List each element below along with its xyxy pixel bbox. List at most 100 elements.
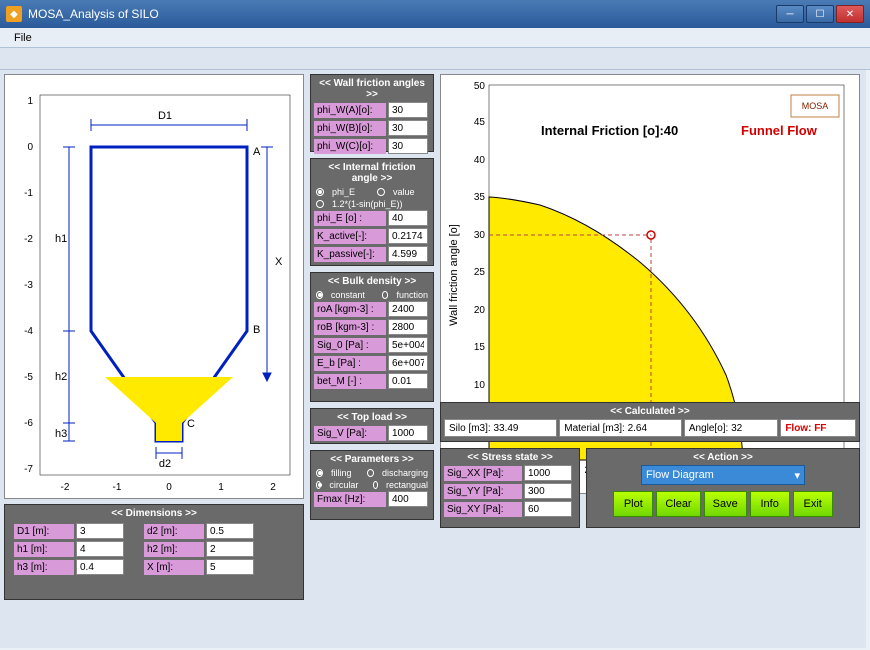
svg-text:C: C [187,418,195,430]
input-betM[interactable] [388,373,428,389]
exit-button[interactable]: Exit [793,491,833,517]
radio-formula[interactable] [316,200,324,208]
bulk-density-title: << Bulk density >> [314,276,430,287]
lbl-phiWB: phi_W(B)[o]: [314,121,386,136]
dimensions-panel: << Dimensions >> D1 [m]: h1 [m]: h3 [m]:… [4,504,304,600]
radio-discharging[interactable] [367,469,374,477]
input-SigXY[interactable] [524,501,572,517]
svg-text:-2: -2 [61,482,70,493]
input-phiWA[interactable] [388,102,428,118]
svg-text:A: A [253,146,261,158]
svg-text:B: B [253,324,260,336]
radio-value[interactable] [377,188,385,196]
plot-title: Internal Friction [o]:40 [541,123,678,138]
menubar: File [0,28,870,48]
radio-circular[interactable] [316,481,321,489]
maximize-button[interactable]: ☐ [806,5,834,23]
action-panel: << Action >> Flow Diagram ▾ Plot Clear S… [586,448,860,528]
calculated-title: << Calculated >> [444,406,856,417]
internal-friction-panel: << Internal friction angle >> phi_Evalue… [310,158,434,266]
input-Kactive[interactable] [388,228,428,244]
svg-text:25: 25 [474,267,486,278]
input-Kpassive[interactable] [388,246,428,262]
lbl-roA: roA [kgm-3] : [314,302,386,317]
svg-text:20: 20 [474,305,486,316]
parameters-panel: << Parameters >> fillingdischarging circ… [310,450,434,520]
action-combo-label: Flow Diagram [646,469,714,481]
svg-text:50: 50 [474,81,486,92]
calc-material: Material [m3]: 2.64 [559,419,682,437]
svg-text:d2: d2 [159,458,171,470]
svg-text:MOSA: MOSA [802,101,829,111]
input-h3[interactable] [76,559,124,575]
radio-function[interactable] [382,291,389,299]
input-SigXX[interactable] [524,465,572,481]
funnel-flow-label: Funnel Flow [741,123,818,138]
menu-file[interactable]: File [6,30,40,46]
action-title: << Action >> [590,452,856,463]
parameters-title: << Parameters >> [314,454,430,465]
svg-text:-3: -3 [24,280,33,291]
calculated-panel: << Calculated >> Silo [m3]: 33.49 Materi… [440,402,860,442]
plot-button[interactable]: Plot [613,491,653,517]
svg-text:-7: -7 [24,464,33,475]
info-button[interactable]: Info [750,491,790,517]
minimize-button[interactable]: ─ [776,5,804,23]
svg-text:0: 0 [166,482,172,493]
lbl-X: X [m]: [144,560,204,575]
svg-text:0: 0 [27,142,33,153]
ylabel: Wall friction angle [o] [448,224,460,326]
wall-friction-title: << Wall friction angles >> [314,78,430,100]
app-icon: ◆ [6,6,22,22]
lbl-d2: d2 [m]: [144,524,204,539]
toolbar [0,48,870,70]
lbl-Kpassive: K_passive[-]: [314,247,386,262]
svg-text:1: 1 [27,96,33,107]
input-roB[interactable] [388,319,428,335]
input-Sig0[interactable] [388,337,428,353]
radio-filling[interactable] [316,469,323,477]
calc-angle: Angle[o]: 32 [684,419,778,437]
svg-text:10: 10 [474,380,486,391]
lbl-Eb: E_b [Pa] : [314,356,386,371]
lbl-roB: roB [kgm-3] : [314,320,386,335]
lbl-betM: bet_M [-] : [314,374,386,389]
top-load-panel: << Top load >> Sig_V [Pa]: [310,408,434,444]
lbl-SigXX: Sig_XX [Pa]: [444,466,522,481]
input-h2[interactable] [206,541,254,557]
dimensions-title: << Dimensions >> [8,508,300,519]
input-d2[interactable] [206,523,254,539]
input-Eb[interactable] [388,355,428,371]
action-combo[interactable]: Flow Diagram ▾ [641,465,805,485]
input-roA[interactable] [388,301,428,317]
input-phiE[interactable] [388,210,428,226]
radio-constant[interactable] [316,291,323,299]
workspace: 1 0 -1 -2 -3 -4 -5 -6 -7 -2 -1 0 1 2 [0,70,866,648]
radio-rectangular[interactable] [373,481,378,489]
input-phiWC[interactable] [388,138,428,154]
lbl-Sig0: Sig_0 [Pa] : [314,338,386,353]
input-Fmax[interactable] [388,491,428,507]
input-X[interactable] [206,559,254,575]
lbl-D1: D1 [m]: [14,524,74,539]
svg-text:2: 2 [270,482,276,493]
calc-silo: Silo [m3]: 33.49 [444,419,557,437]
input-SigYY[interactable] [524,483,572,499]
input-phiWB[interactable] [388,120,428,136]
lbl-Kactive: K_active[-]: [314,229,386,244]
titlebar: ◆ MOSA_Analysis of SILO ─ ☐ ✕ [0,0,870,28]
lbl-h1: h1 [m]: [14,542,74,557]
svg-text:15: 15 [474,342,486,353]
svg-text:h3: h3 [55,428,67,440]
clear-button[interactable]: Clear [656,491,700,517]
lbl-SigV: Sig_V [Pa]: [314,426,386,441]
input-SigV[interactable] [388,425,428,441]
close-button[interactable]: ✕ [836,5,864,23]
svg-text:1: 1 [218,482,224,493]
lbl-SigYY: Sig_YY [Pa]: [444,484,522,499]
input-h1[interactable] [76,541,124,557]
calc-flow: Flow: FF [780,419,856,437]
input-D1[interactable] [76,523,124,539]
save-button[interactable]: Save [704,491,747,517]
radio-phiE[interactable] [316,188,324,196]
